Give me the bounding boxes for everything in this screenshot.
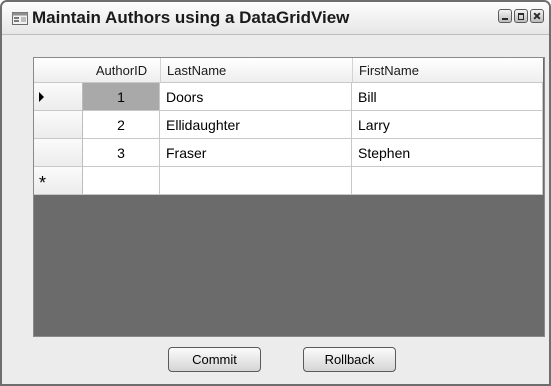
table-row[interactable]: 3 Fraser Stephen (34, 139, 543, 167)
row-header[interactable] (34, 139, 83, 167)
new-cell-authorid[interactable] (83, 167, 160, 195)
rollback-button[interactable]: Rollback (303, 347, 396, 372)
cell-lastname[interactable]: Ellidaughter (160, 111, 352, 139)
table-row[interactable]: 1 Doors Bill (34, 83, 543, 111)
grid-empty-area (34, 195, 543, 336)
minimize-icon[interactable] (498, 9, 512, 23)
cell-firstname[interactable]: Larry (352, 111, 543, 139)
cell-lastname[interactable]: Doors (160, 83, 352, 111)
app-icon (12, 12, 28, 25)
new-row-asterisk-icon: * (39, 172, 47, 193)
cell-authorid[interactable]: 1 (83, 83, 160, 111)
authors-datagridview[interactable]: AuthorID LastName FirstName 1 Doors Bill… (33, 57, 545, 337)
window-title: Maintain Authors using a DataGridView (32, 8, 350, 27)
row-header[interactable] (34, 111, 83, 139)
cell-authorid[interactable]: 2 (83, 111, 160, 139)
column-header-authorid[interactable]: AuthorID (83, 58, 160, 82)
cell-authorid[interactable]: 3 (83, 139, 160, 167)
cell-firstname[interactable]: Stephen (352, 139, 543, 167)
column-header-firstname[interactable]: FirstName (352, 58, 543, 82)
current-row-icon (39, 91, 44, 102)
maximize-icon[interactable] (514, 9, 528, 23)
cell-firstname[interactable]: Bill (352, 83, 543, 111)
new-cell-lastname[interactable] (160, 167, 352, 195)
new-row[interactable]: * (34, 167, 543, 195)
row-header[interactable]: * (34, 167, 83, 195)
row-header[interactable] (34, 83, 83, 111)
column-header-lastname[interactable]: LastName (160, 58, 352, 82)
grid-header-row: AuthorID LastName FirstName (34, 58, 543, 83)
table-row[interactable]: 2 Ellidaughter Larry (34, 111, 543, 139)
cell-lastname[interactable]: Fraser (160, 139, 352, 167)
commit-button[interactable]: Commit (168, 347, 261, 372)
close-icon[interactable] (530, 9, 544, 23)
title-bar[interactable]: Maintain Authors using a DataGridView (2, 2, 549, 35)
main-window: Maintain Authors using a DataGridView Au… (0, 0, 551, 386)
grid-corner-header[interactable] (34, 58, 83, 82)
new-cell-firstname[interactable] (352, 167, 543, 195)
